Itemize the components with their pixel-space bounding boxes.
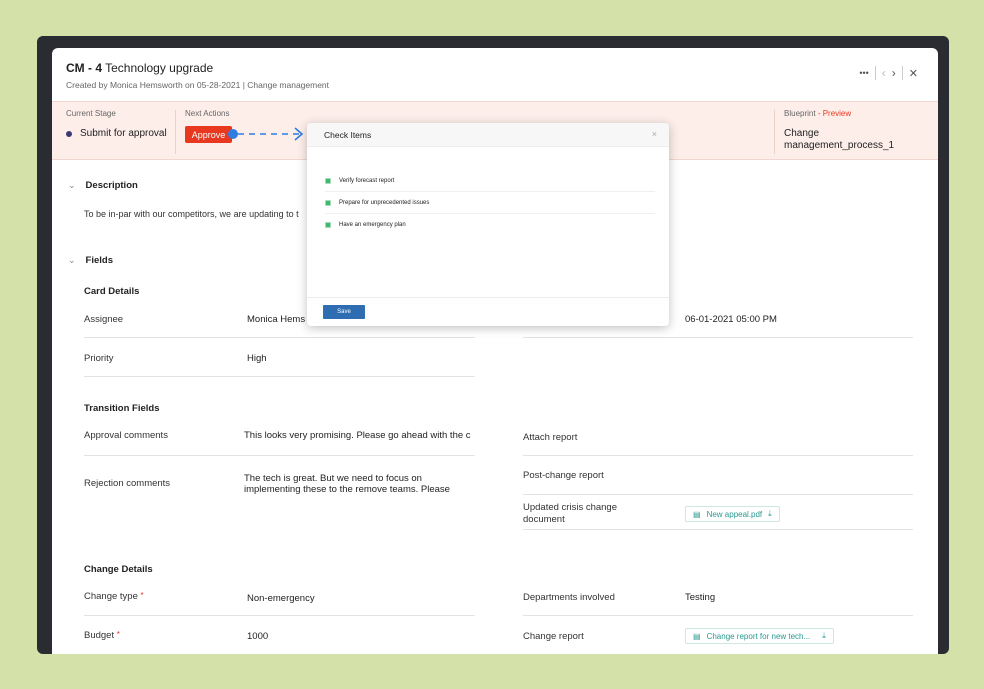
dialog-footer-divider xyxy=(307,297,669,298)
priority-value[interactable]: High xyxy=(247,353,267,364)
description-toggle[interactable]: ⌄ Description xyxy=(68,180,138,191)
check-items-dialog: Check Items × Verify forecast report Pre… xyxy=(307,123,669,326)
change-type-label-text: Change type xyxy=(84,591,138,602)
checkbox-icon[interactable] xyxy=(325,222,331,228)
dialog-title: Check Items xyxy=(324,130,372,140)
change-details-heading: Change Details xyxy=(84,564,153,575)
priority-label: Priority xyxy=(84,353,114,364)
header-actions: ••• ‹ › ✕ xyxy=(859,66,918,80)
rejection-comments-label: Rejection comments xyxy=(84,478,171,489)
check-item-label: Prepare for unprecedented issues xyxy=(339,199,430,206)
stage-dot-icon xyxy=(66,130,72,137)
save-button[interactable]: Save xyxy=(323,305,365,319)
checkbox-icon[interactable] xyxy=(325,199,331,206)
change-type-label: Change type * xyxy=(84,591,144,602)
close-icon[interactable]: ✕ xyxy=(909,67,918,80)
change-report-row: Change report ▤ Change report for new te… xyxy=(523,617,913,654)
approval-comments-label: Approval comments xyxy=(84,430,168,441)
chevron-down-icon: ⌄ xyxy=(68,255,76,265)
fields-heading: Fields xyxy=(85,255,113,266)
approve-button[interactable]: Approve xyxy=(185,126,232,143)
departments-label: Departments involved xyxy=(523,592,615,603)
blueprint-label: Blueprint - Preview xyxy=(784,109,851,118)
check-item-label: Verify forecast report xyxy=(339,177,395,184)
dialog-header: Check Items × xyxy=(307,123,669,147)
check-item[interactable]: Have an emergency plan xyxy=(325,214,655,236)
more-icon[interactable]: ••• xyxy=(859,68,868,78)
current-stage-label: Current Stage xyxy=(66,109,116,118)
crisis-file-name: New appeal.pdf xyxy=(706,509,763,519)
crisis-document-row: Updated crisis change document ▤ New app… xyxy=(523,496,913,530)
required-mark: * xyxy=(116,630,120,639)
chevron-down-icon: ⌄ xyxy=(68,180,76,190)
check-item-label: Have an emergency plan xyxy=(339,222,406,228)
current-stage-value: Submit for approval xyxy=(66,128,167,139)
budget-value[interactable]: 1000 xyxy=(247,631,268,642)
approval-comments-value[interactable]: This looks very promising. Please go ahe… xyxy=(244,430,472,442)
blueprint-preview-link[interactable]: - Preview xyxy=(818,109,851,118)
priority-row: Priority High xyxy=(84,339,475,377)
budget-row: Budget * 1000 xyxy=(84,617,475,654)
change-type-row: Change type * Non-emergency xyxy=(84,578,475,616)
departments-value[interactable]: Testing xyxy=(685,592,715,603)
rejection-comments-value[interactable]: The tech is great. But we need to focus … xyxy=(244,473,472,497)
budget-label: Budget * xyxy=(84,630,120,641)
blueprint-value: Change management_process_1 xyxy=(784,128,895,151)
description-text: To be in-par with our competitors, we ar… xyxy=(84,209,299,219)
change-report-file-chip[interactable]: ▤ Change report for new tech... ⤓ xyxy=(685,628,834,644)
chevron-left-icon[interactable]: ‹ xyxy=(882,66,886,80)
file-icon: ▤ xyxy=(693,509,701,519)
check-item[interactable]: Prepare for unprecedented issues xyxy=(325,192,655,214)
record-name: Technology upgrade xyxy=(105,61,214,75)
record-header: CM - 4 Technology upgrade Created by Mon… xyxy=(52,48,938,101)
assignee-value[interactable]: Monica Hems xyxy=(247,314,305,325)
attach-report-label: Attach report xyxy=(523,432,578,443)
required-mark: * xyxy=(140,591,144,600)
approval-comments-row: Approval comments This looks very promis… xyxy=(84,418,475,456)
transition-fields-heading: Transition Fields xyxy=(84,403,160,414)
divider xyxy=(175,110,176,154)
record-id: CM - 4 xyxy=(66,61,102,75)
download-icon[interactable]: ⤓ xyxy=(822,631,826,641)
blueprint-label-text: Blueprint xyxy=(784,109,816,118)
check-item[interactable]: Verify forecast report xyxy=(325,170,655,192)
post-change-report-row: Post-change report xyxy=(523,457,913,495)
current-stage-text: Submit for approval xyxy=(80,128,167,139)
flow-arrow-icon xyxy=(228,127,304,141)
crisis-file-chip[interactable]: ▤ New appeal.pdf ⤓ xyxy=(685,506,780,522)
record-subtitle: Created by Monica Hemsworth on 05-28-202… xyxy=(66,80,330,90)
checkbox-icon[interactable] xyxy=(325,177,331,184)
assignee-label: Assignee xyxy=(84,314,124,325)
divider xyxy=(901,66,903,80)
download-icon[interactable]: ⤓ xyxy=(768,509,772,519)
fields-toggle[interactable]: ⌄ Fields xyxy=(68,255,113,266)
rejection-comments-row: Rejection comments The tech is great. Bu… xyxy=(84,464,475,504)
description-heading: Description xyxy=(85,180,138,191)
next-actions-label: Next Actions xyxy=(185,109,230,118)
change-report-file-name: Change report for new tech... xyxy=(706,631,811,641)
card-details-heading: Card Details xyxy=(84,286,140,297)
attach-report-row: Attach report xyxy=(523,418,913,456)
crisis-document-label: Updated crisis change document xyxy=(523,502,617,525)
departments-row: Departments involved Testing xyxy=(523,578,913,616)
divider xyxy=(774,110,775,154)
due-date-value[interactable]: 06-01-2021 05:00 PM xyxy=(685,314,777,325)
record-title: CM - 4 Technology upgrade xyxy=(66,61,213,75)
file-icon: ▤ xyxy=(693,631,701,641)
close-icon[interactable]: × xyxy=(652,129,657,139)
change-type-value[interactable]: Non-emergency xyxy=(247,593,315,604)
divider xyxy=(874,66,876,80)
post-change-report-label: Post-change report xyxy=(523,470,604,481)
change-report-label: Change report xyxy=(523,631,584,642)
budget-label-text: Budget xyxy=(84,630,115,641)
chevron-right-icon[interactable]: › xyxy=(892,66,896,80)
